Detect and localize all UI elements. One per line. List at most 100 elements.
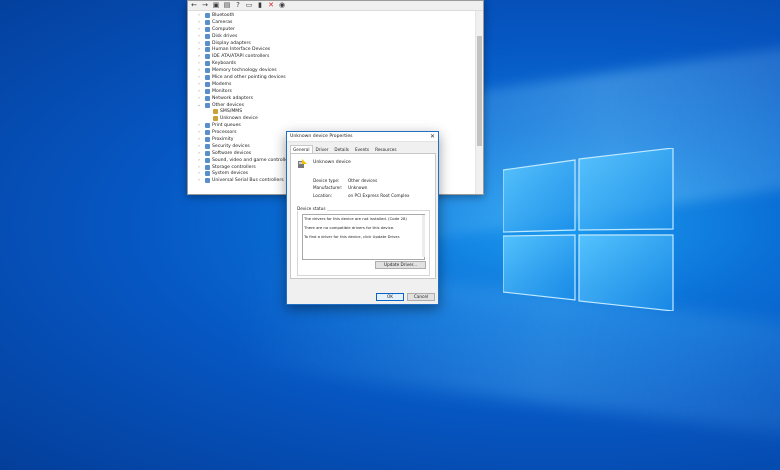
chevron-right-icon[interactable]: › (196, 137, 202, 142)
device-tree-scrollbar[interactable] (475, 11, 483, 194)
tree-item-label: System devices (212, 171, 249, 177)
scan-icon[interactable]: ◉ (278, 1, 286, 10)
chevron-right-icon[interactable]: › (196, 54, 202, 59)
device-status-legend: Device status (296, 206, 327, 211)
chevron-right-icon[interactable]: › (196, 75, 202, 80)
manufacturer-value: Unknown (348, 185, 368, 190)
device-category-icon (205, 95, 210, 101)
location-value: on PCI Express Root Complex (348, 193, 410, 198)
device-category-icon (205, 178, 210, 184)
tree-item[interactable]: › Modems (188, 81, 475, 88)
monitor-icon[interactable]: ▭ (245, 1, 253, 10)
tree-item[interactable]: › Network adapters (188, 95, 475, 102)
dialog-title: Unknown device Properties (290, 134, 353, 139)
chevron-right-icon[interactable]: › (196, 34, 202, 39)
chevron-down-icon[interactable]: ⌄ (196, 103, 202, 108)
tree-item-label: SMS/MMS (220, 109, 243, 115)
tree-item-label: Other devices (212, 102, 244, 108)
scrollbar-thumb[interactable] (477, 36, 482, 146)
back-arrow-icon[interactable]: ← (190, 1, 198, 10)
tree-item-label: Display adapters (212, 40, 251, 46)
tree-item-label: Keyboards (212, 61, 236, 67)
device-category-icon (205, 143, 210, 149)
tree-item-label: IDE ATA/ATAPI controllers (212, 54, 270, 60)
properties-icon[interactable]: ▤ (223, 1, 231, 10)
chevron-right-icon[interactable]: › (196, 20, 202, 25)
device-status-group: The drivers for this device are not inst… (297, 210, 430, 276)
chevron-right-icon[interactable]: › (196, 158, 202, 163)
device-category-icon (205, 12, 210, 18)
tree-item-label: Security devices (212, 143, 250, 149)
tree-item[interactable]: › Cameras (188, 19, 475, 26)
uninstall-icon[interactable]: ✕ (267, 1, 275, 10)
tree-item-label: Computer (212, 26, 235, 32)
chevron-right-icon[interactable]: › (196, 41, 202, 46)
tree-item[interactable]: › Keyboards (188, 60, 475, 67)
device-category-icon (205, 54, 210, 60)
device-category-icon (205, 130, 210, 136)
tree-item[interactable]: › Monitors (188, 88, 475, 95)
device-category-icon (205, 74, 210, 80)
forward-arrow-icon[interactable]: → (201, 1, 209, 10)
tree-item[interactable]: › Display adapters (188, 40, 475, 47)
chevron-right-icon[interactable]: › (196, 151, 202, 156)
device-category-icon (205, 123, 210, 129)
tree-item[interactable]: › IDE ATA/ATAPI controllers (188, 53, 475, 60)
chevron-right-icon[interactable]: › (196, 178, 202, 183)
tree-item-label: Cameras (212, 19, 233, 25)
chevron-right-icon[interactable]: › (196, 123, 202, 128)
chevron-right-icon[interactable]: › (196, 96, 202, 101)
tree-item[interactable]: › Memory technology devices (188, 67, 475, 74)
device-name: Unknown device (313, 160, 351, 165)
chevron-right-icon[interactable]: › (196, 47, 202, 52)
close-icon[interactable]: ✕ (430, 132, 435, 141)
tree-item-label: Modems (212, 81, 232, 87)
device-category-icon (205, 150, 210, 156)
device-status-text[interactable]: The drivers for this device are not inst… (302, 214, 425, 260)
chevron-right-icon[interactable]: › (196, 171, 202, 176)
ok-button[interactable]: OK (376, 293, 404, 301)
tree-item[interactable]: Unknown device (188, 115, 475, 122)
chevron-right-icon[interactable]: › (196, 13, 202, 18)
device-category-icon (205, 26, 210, 32)
windows-logo (503, 148, 674, 311)
chevron-right-icon[interactable]: › (196, 165, 202, 170)
device-type-value: Other devices (348, 178, 378, 183)
chevron-right-icon[interactable]: › (196, 82, 202, 87)
device-properties-dialog: Unknown device Properties ✕ General Driv… (286, 131, 439, 305)
status-scrollbar[interactable] (422, 215, 425, 257)
update-driver-button[interactable]: Update Driver... (375, 261, 426, 269)
chevron-right-icon[interactable]: › (196, 68, 202, 73)
chevron-right-icon[interactable]: › (196, 89, 202, 94)
chevron-right-icon[interactable]: › (196, 61, 202, 66)
tree-item-label: Sound, video and game controllers (212, 157, 293, 163)
tree-item[interactable]: › Human Interface Devices (188, 46, 475, 53)
cancel-button[interactable]: Cancel (407, 293, 435, 301)
tree-item[interactable]: › Print queues (188, 122, 475, 129)
tree-item[interactable]: ⌄ Other devices (188, 102, 475, 109)
tree-item-label: Human Interface Devices (212, 47, 271, 53)
tree-item[interactable]: › Mice and other pointing devices (188, 74, 475, 81)
help-icon[interactable]: ? (234, 1, 242, 10)
tree-item-label: Monitors (212, 88, 232, 94)
tree-item-label: Unknown device (220, 116, 258, 122)
tree-item[interactable]: › Bluetooth (188, 12, 475, 19)
device-category-icon (205, 33, 210, 39)
tree-item-label: Universal Serial Bus controllers (212, 178, 284, 184)
chevron-right-icon[interactable]: › (196, 130, 202, 135)
computer-icon[interactable]: ▣ (212, 1, 220, 10)
device-category-icon (205, 164, 210, 170)
chevron-right-icon[interactable]: › (196, 27, 202, 32)
location-label: Location: (313, 193, 333, 198)
device-category-icon (205, 102, 210, 108)
tree-item[interactable]: › Computer (188, 26, 475, 33)
tree-item-label: Network adapters (212, 95, 254, 101)
tree-item[interactable]: SMS/MMS (188, 108, 475, 115)
device-category-icon (205, 61, 210, 67)
manufacturer-label: Manufacturer: (313, 185, 343, 190)
chevron-right-icon[interactable]: › (196, 144, 202, 149)
tree-item[interactable]: › Disk drives (188, 33, 475, 40)
update-driver-icon[interactable]: ▮ (256, 1, 264, 10)
tree-item-label: Software devices (212, 150, 252, 156)
tree-item-label: Bluetooth (212, 12, 235, 18)
